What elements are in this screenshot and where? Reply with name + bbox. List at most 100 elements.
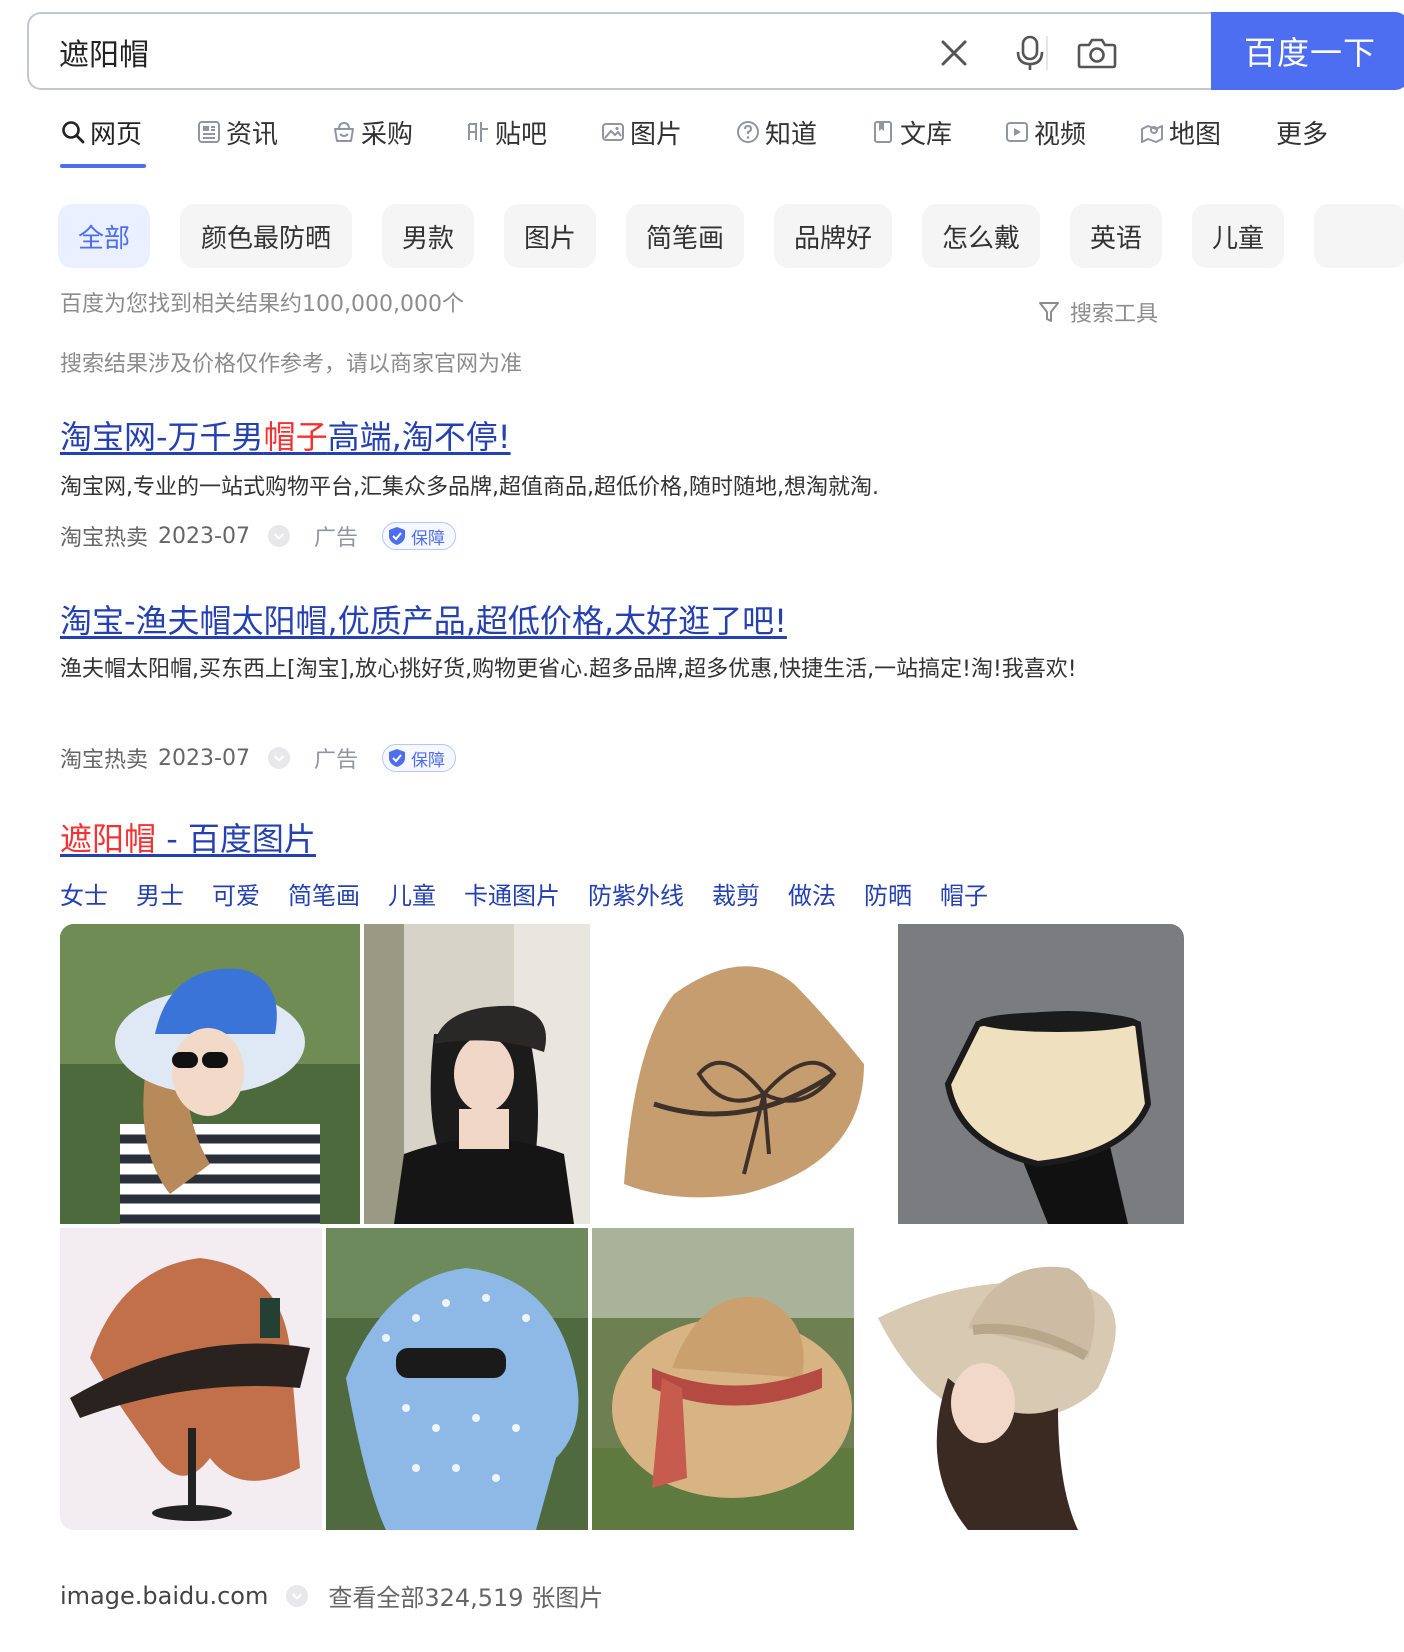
search-box xyxy=(27,12,1215,90)
hat-thumbnail[interactable] xyxy=(60,924,360,1224)
tab-video[interactable]: 视频 xyxy=(1004,112,1086,152)
result-date: 2023-07 xyxy=(158,745,250,771)
result-description: 渔夫帽太阳帽,买东西上[淘宝],放心挑好货,购物更省心.超多品牌,超多优惠,快捷… xyxy=(60,657,1077,682)
chip-men[interactable]: 男款 xyxy=(382,204,474,268)
chip-images[interactable]: 图片 xyxy=(504,204,596,268)
sublink[interactable]: 卡通图片 xyxy=(464,876,560,911)
sublink[interactable]: 可爱 xyxy=(212,876,260,911)
image-icon xyxy=(602,123,624,141)
sublink[interactable]: 女士 xyxy=(60,876,108,911)
search-input[interactable] xyxy=(59,28,959,76)
tab-label: 采购 xyxy=(361,119,414,150)
chip-all[interactable]: 全部 xyxy=(58,204,150,268)
tab-label: 图片 xyxy=(630,119,683,150)
result-title-highlight: 遮阳帽 xyxy=(60,820,157,858)
result-title-text: - 百度图片 xyxy=(156,820,316,858)
image-grid xyxy=(60,924,1184,1530)
result-title[interactable]: 淘宝网-万千男帽子高端,淘不停! xyxy=(60,412,511,458)
chip-children[interactable]: 儿童 xyxy=(1192,204,1284,268)
search-tools[interactable]: 搜索工具 xyxy=(1038,296,1158,328)
image-result-title[interactable]: 遮阳帽 - 百度图片 xyxy=(60,814,316,860)
image-result-footer: image.baidu.com 查看全部324,519 张图片 xyxy=(60,1578,603,1613)
news-icon xyxy=(198,121,220,143)
chevron-down-icon[interactable] xyxy=(286,1584,309,1607)
tab-news[interactable]: 资讯 xyxy=(196,112,278,152)
result-meta: 淘宝热卖 2023-07 广告 保障 xyxy=(60,520,456,552)
tab-label: 地图 xyxy=(1169,119,1222,150)
tab-label: 视频 xyxy=(1034,119,1087,150)
guarantee-badge[interactable]: 保障 xyxy=(381,744,456,772)
basket-icon xyxy=(334,121,354,142)
sublink[interactable]: 帽子 xyxy=(940,876,988,911)
guarantee-badge[interactable]: 保障 xyxy=(381,522,456,550)
sublink[interactable]: 儿童 xyxy=(388,876,436,911)
source-site[interactable]: image.baidu.com xyxy=(60,1582,268,1610)
ad-label: 广告 xyxy=(313,748,358,773)
sublink[interactable]: 男士 xyxy=(136,876,184,911)
tab-more[interactable]: 更多 xyxy=(1276,112,1328,152)
question-icon xyxy=(737,121,759,143)
ad-label: 广告 xyxy=(313,526,358,551)
chip-color-sunproof[interactable]: 颜色最防晒 xyxy=(180,204,352,268)
tab-images[interactable]: 图片 xyxy=(600,112,682,152)
result-source[interactable]: 淘宝热卖 xyxy=(60,742,148,774)
search-button[interactable]: 百度一下 xyxy=(1211,12,1404,90)
document-icon xyxy=(874,121,892,143)
result-meta: 淘宝热卖 2023-07 广告 保障 xyxy=(60,742,456,774)
shield-check-icon xyxy=(388,527,405,545)
hat-thumbnail[interactable] xyxy=(858,1228,1184,1530)
tab-label: 网页 xyxy=(90,119,143,150)
filter-icon xyxy=(1039,302,1059,322)
result-title-highlight: 帽子 xyxy=(263,418,328,456)
hat-thumbnail[interactable] xyxy=(326,1228,588,1530)
tab-label: 资讯 xyxy=(226,119,279,150)
microphone-icon[interactable] xyxy=(1011,34,1049,72)
tieba-icon xyxy=(468,122,488,142)
result-title[interactable]: 淘宝-渔夫帽太阳帽,优质产品,超低价格,太好逛了吧! xyxy=(60,596,787,642)
search-icon xyxy=(62,121,85,144)
hat-thumbnail[interactable] xyxy=(592,1228,854,1530)
map-icon xyxy=(1141,125,1163,143)
tab-purchase[interactable]: 采购 xyxy=(331,112,413,152)
sublink[interactable]: 防紫外线 xyxy=(588,876,684,911)
clear-icon[interactable] xyxy=(935,34,973,72)
tab-label: 文库 xyxy=(900,119,953,150)
view-all-images-link[interactable]: 查看全部324,519 张图片 xyxy=(328,1578,603,1613)
tab-web[interactable]: 网页 xyxy=(60,112,142,152)
chip-how-to-wear[interactable]: 怎么戴 xyxy=(922,204,1040,268)
tab-tieba[interactable]: 贴吧 xyxy=(465,112,547,152)
chip-english[interactable]: 英语 xyxy=(1070,204,1162,268)
tab-zhidao[interactable]: 知道 xyxy=(735,112,817,152)
chip-more[interactable] xyxy=(1314,204,1404,268)
sublink[interactable]: 裁剪 xyxy=(712,876,760,911)
tab-label: 贴吧 xyxy=(495,119,548,150)
chip-good-brand[interactable]: 品牌好 xyxy=(774,204,892,268)
sublink[interactable]: 做法 xyxy=(788,876,836,911)
hat-thumbnail[interactable] xyxy=(60,1228,322,1530)
chevron-down-icon[interactable] xyxy=(267,525,290,547)
result-source[interactable]: 淘宝热卖 xyxy=(60,520,148,552)
tab-wenku[interactable]: 文库 xyxy=(870,112,952,152)
video-icon xyxy=(1006,122,1028,142)
sublink[interactable]: 防晒 xyxy=(864,876,912,911)
chip-sketch[interactable]: 简笔画 xyxy=(626,204,744,268)
result-title-text: 淘宝网-万千男 xyxy=(60,418,264,456)
tab-map[interactable]: 地图 xyxy=(1139,112,1221,152)
shield-check-icon xyxy=(388,749,405,767)
result-title-text: 高端,淘不停! xyxy=(327,418,511,456)
chevron-down-icon[interactable] xyxy=(267,747,290,769)
hat-thumbnail[interactable] xyxy=(594,924,894,1224)
hat-thumbnail[interactable] xyxy=(898,924,1184,1224)
result-count: 百度为您找到相关结果约100,000,000个 xyxy=(60,292,464,317)
hat-thumbnail[interactable] xyxy=(364,924,590,1224)
image-sublinks: 女士 男士 可爱 简笔画 儿童 卡通图片 防紫外线 裁剪 做法 防晒 帽子 xyxy=(60,876,1016,911)
tab-label: 更多 xyxy=(1276,119,1329,150)
sublink[interactable]: 简笔画 xyxy=(288,876,360,911)
active-tab-indicator xyxy=(60,164,146,168)
tab-label: 知道 xyxy=(765,119,818,150)
result-description: 淘宝网,专业的一站式购物平台,汇集众多品牌,超值商品,超低价格,随时随地,想淘就… xyxy=(60,475,879,500)
price-notice: 搜索结果涉及价格仅作参考，请以商家官网为准 xyxy=(60,352,523,377)
search-tools-label: 搜索工具 xyxy=(1070,302,1159,327)
camera-icon[interactable] xyxy=(1076,34,1118,72)
guarantee-label: 保障 xyxy=(410,528,445,549)
